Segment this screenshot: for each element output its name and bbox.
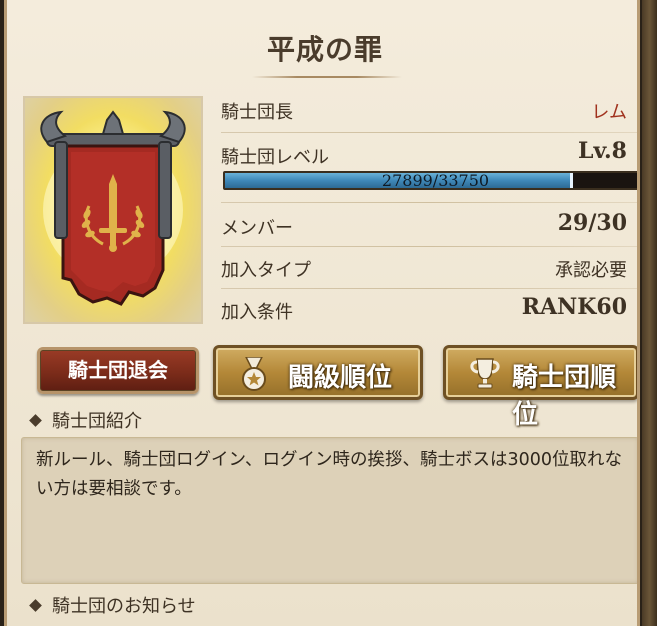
news-section-header: 騎士団のお知らせ [29,592,196,618]
join-condition-label: 加入条件 [221,302,293,323]
leave-guild-button[interactable]: 騎士団退会 [37,347,199,394]
intro-text-box: 新ルール、騎士団ログイン、ログイン時の挨拶、騎士ボスは3000位取れない方は要相… [21,437,637,584]
diamond-bullet-icon [29,599,42,612]
row-divider [221,246,637,247]
intro-text: 新ルール、騎士団ログイン、ログイン時の挨拶、騎士ボスは3000位取れない方は要相… [36,450,622,499]
medal-star-icon [242,357,266,391]
trophy-icon [470,358,500,389]
guild-name-title: 平成の罪 [266,33,383,66]
news-section-title: 騎士団のお知らせ [52,596,196,617]
level-label: 騎士団レベル [221,147,329,168]
ranking-button[interactable]: 闘級順位 [213,345,423,400]
members-label: メンバー [221,218,293,239]
guild-ranking-button-label: 騎士団順位 [512,363,617,430]
guild-ranking-button[interactable]: 騎士団順位 [443,345,637,430]
scrollbar[interactable] [642,0,657,626]
intro-section-title: 騎士団紹介 [52,411,142,432]
join-type-value: 承認必要 [555,260,627,281]
level-value: Lv.8 [577,138,627,164]
row-divider [221,202,637,203]
intro-section-header: 騎士団紹介 [29,407,142,433]
xp-progress-text: 27899/33750 [381,171,490,190]
guild-banner-icon [40,110,186,306]
xp-progress-bar: 27899/33750 [223,171,637,190]
leader-label: 騎士団長 [221,102,293,123]
diamond-bullet-icon [29,414,42,427]
leader-name[interactable]: レム [591,98,627,124]
join-condition-value: RANK60 [521,294,627,320]
row-divider [221,288,637,289]
join-type-label: 加入タイプ [221,260,311,281]
row-divider [221,132,637,133]
guild-info-panel: 平成の罪 騎士団長 レム 騎士団レベル Lv.8 27899/33750 メンバ… [4,0,640,626]
ranking-button-label: 闘級順位 [288,363,393,393]
title-divider [252,76,402,78]
members-count: 29/30 [557,210,627,236]
guild-emblem-frame [23,96,203,324]
